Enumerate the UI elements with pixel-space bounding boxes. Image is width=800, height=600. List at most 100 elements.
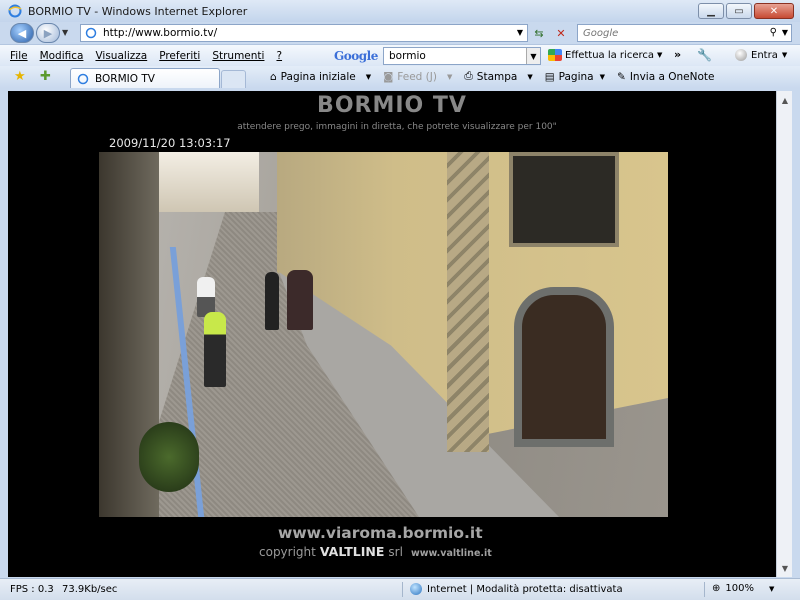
minimize-button[interactable]: ▁ <box>698 3 724 19</box>
menu-help[interactable]: ? <box>276 50 282 62</box>
cam-plants <box>139 422 199 492</box>
google-search-input[interactable] <box>389 50 524 62</box>
title-bar: BORMIO TV - Windows Internet Explorer ▁ … <box>0 0 800 22</box>
google-search-button[interactable]: Effettua la ricerca ▼ <box>548 49 662 61</box>
refresh-icon: ⇆ <box>534 26 544 40</box>
webcam-image <box>99 152 668 517</box>
add-favorites-icon[interactable]: ✚ <box>40 69 51 84</box>
maximize-button[interactable]: ▭ <box>726 3 752 19</box>
zoom-level: 100% <box>725 583 754 594</box>
cam-motorcycle-rider <box>204 312 226 387</box>
favorites-star-icon[interactable]: ★ <box>14 69 26 84</box>
printer-icon: ⎙ <box>464 70 473 82</box>
command-bar: ⌂ Pagina iniziale ▼ ◙ Feed (J) ▼ ⎙ Stamp… <box>270 70 714 83</box>
status-divider <box>402 582 403 597</box>
google-search-dropdown-icon[interactable]: ▼ <box>657 51 662 59</box>
page-menu-button[interactable]: ▤ Pagina ▼ <box>545 71 605 83</box>
home-icon: ⌂ <box>270 70 277 83</box>
status-bar: FPS : 0.3 73.9Kb/sec Internet | Modalità… <box>0 578 800 600</box>
back-button[interactable]: ◀ <box>10 23 34 43</box>
zoom-icon: ⊕ <box>712 583 721 594</box>
menu-preferiti[interactable]: Preferiti <box>159 50 200 62</box>
site-brand-title: BORMIO TV <box>317 93 467 118</box>
vertical-scrollbar[interactable]: ▲ ▼ <box>776 91 792 577</box>
page-icon <box>85 27 97 39</box>
home-dropdown-icon[interactable]: ▼ <box>366 73 371 81</box>
page-menu-icon: ▤ <box>544 70 555 83</box>
stop-icon: ✕ <box>556 26 566 40</box>
page-content: BORMIO TV attendere prego, immagini in d… <box>8 91 776 577</box>
google-search-box[interactable]: ▼ <box>383 47 541 65</box>
feed-icon: ◙ <box>383 70 394 83</box>
cam-pillar <box>447 152 489 452</box>
close-button[interactable]: ✕ <box>754 3 794 19</box>
status-security-zone[interactable]: Internet | Modalità protetta: disattivat… <box>410 583 623 595</box>
feed-dropdown-icon[interactable]: ▼ <box>447 73 452 81</box>
status-divider <box>704 582 705 597</box>
refresh-button[interactable]: ⇆ <box>530 25 548 41</box>
menu-visualizza[interactable]: Visualizza <box>95 50 147 62</box>
copyright-prefix: copyright <box>259 545 316 559</box>
menu-modifica[interactable]: Modifica <box>40 50 84 62</box>
feed-button[interactable]: ◙ Feed (J) ▼ <box>383 71 452 83</box>
cam-walker <box>197 277 215 317</box>
tab-bormio-tv[interactable]: BORMIO TV <box>70 68 220 88</box>
scroll-up-icon[interactable]: ▲ <box>779 93 791 107</box>
status-fps: FPS : 0.3 <box>10 584 54 595</box>
forward-arrow-icon: ▶ <box>43 26 53 40</box>
search-box[interactable]: ⚲ ▼ <box>577 24 792 42</box>
settings-wrench-icon[interactable]: 🔧 <box>697 48 712 62</box>
google-search-label: Effettua la ricerca <box>565 49 654 61</box>
forward-button[interactable]: ▶ <box>36 23 60 43</box>
site-url-text[interactable]: www.viaroma.bormio.it <box>278 524 483 542</box>
search-dropdown-icon[interactable]: ▼ <box>782 28 788 37</box>
company-name: VALTLINE <box>319 544 385 559</box>
company-suffix: srl <box>388 545 403 559</box>
address-bar[interactable]: http://www.bormio.tv/ ▼ <box>80 24 528 42</box>
webcam-timestamp: 2009/11/20 13:03:17 <box>109 136 231 150</box>
tab-label: BORMIO TV <box>95 72 155 85</box>
status-rate: 73.9Kb/sec <box>62 584 118 595</box>
page-menu-dropdown-icon[interactable]: ▼ <box>600 73 605 81</box>
zoom-dropdown-icon[interactable]: ▼ <box>769 585 774 593</box>
signin-dropdown-icon[interactable]: ▼ <box>782 51 787 59</box>
address-dropdown-icon[interactable]: ▼ <box>517 28 523 37</box>
stop-button[interactable]: ✕ <box>552 25 570 41</box>
menu-file[interactable]: File <box>10 50 28 62</box>
onenote-icon: ✎ <box>617 70 626 83</box>
status-zone-label: Internet | Modalità protetta: disattivat… <box>427 583 623 595</box>
onenote-label: Invia a OneNote <box>629 70 715 83</box>
back-arrow-icon: ◀ <box>17 26 27 40</box>
tab-ie-icon <box>77 73 89 84</box>
new-tab-button[interactable] <box>221 70 246 88</box>
site-subtitle: attendere prego, immagini in diretta, ch… <box>237 122 557 132</box>
cam-sky <box>159 152 259 212</box>
company-url[interactable]: www.valtline.it <box>411 548 492 559</box>
print-button[interactable]: ⎙ Stampa ▼ <box>464 70 532 83</box>
print-label: Stampa <box>476 70 518 83</box>
feed-label: Feed (J) <box>397 70 437 83</box>
home-button[interactable]: ⌂ Pagina iniziale ▼ <box>270 71 371 83</box>
search-input[interactable] <box>583 27 753 39</box>
google-dropdown-icon[interactable]: ▼ <box>526 48 540 64</box>
history-dropdown-icon[interactable]: ▼ <box>62 28 68 37</box>
signin-label: Entra <box>751 49 778 61</box>
zoom-control[interactable]: ⊕ 100% ▼ <box>712 583 774 594</box>
onenote-button[interactable]: ✎ Invia a OneNote <box>617 71 714 83</box>
address-row: ◀ ▶ ▼ http://www.bormio.tv/ ▼ ⇆ ✕ ⚲ ▼ <box>0 22 800 44</box>
window-title: BORMIO TV - Windows Internet Explorer <box>28 4 248 18</box>
menu-strumenti[interactable]: Strumenti <box>212 50 264 62</box>
search-icon[interactable]: ⚲ <box>770 27 777 38</box>
google-search-icon <box>548 49 562 61</box>
page-menu-label: Pagina <box>558 70 594 83</box>
cam-people-group <box>287 270 313 330</box>
internet-globe-icon <box>410 583 422 595</box>
menu-toolbar-row: File Modifica Visualizza Preferiti Strum… <box>0 44 800 66</box>
signin-button[interactable]: Entra ▼ <box>735 49 787 61</box>
home-label: Pagina iniziale <box>280 70 356 83</box>
cam-person <box>265 272 279 330</box>
scroll-down-icon[interactable]: ▼ <box>779 561 791 575</box>
print-dropdown-icon[interactable]: ▼ <box>527 73 532 81</box>
more-tools-button[interactable]: » <box>674 48 681 61</box>
address-url: http://www.bormio.tv/ <box>103 27 218 39</box>
